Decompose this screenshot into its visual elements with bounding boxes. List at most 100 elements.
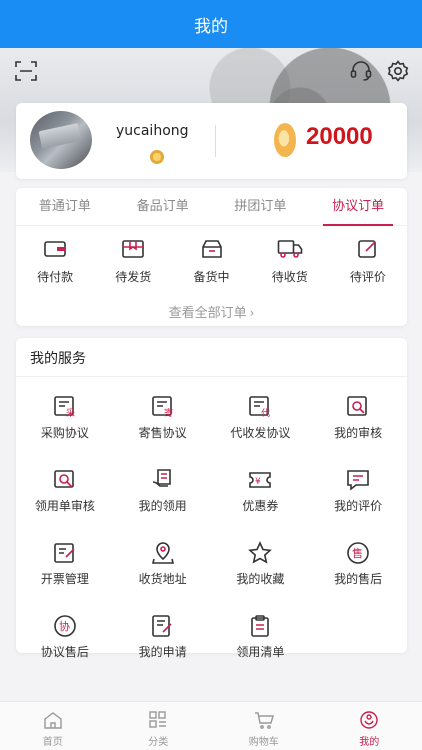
chevron-right-icon: › [249, 306, 255, 320]
status-label: 备货中 [193, 270, 230, 284]
status-label: 待评价 [349, 270, 386, 284]
service-label: 协议售后 [40, 645, 89, 659]
agency-agreement-icon: 代 [247, 394, 273, 420]
status-label: 待发货 [115, 270, 152, 284]
application-icon [150, 613, 176, 639]
view-all-orders-label: 查看全部订单 [168, 306, 247, 321]
service-label: 我的申请 [138, 645, 187, 659]
coin-balance[interactable]: 20000 [306, 123, 373, 151]
status-pending-shipment[interactable]: 待发货 [94, 238, 172, 285]
svg-text:代: 代 [261, 408, 270, 419]
tab-normal-orders[interactable]: 普通订单 [16, 188, 114, 225]
order-tabs: 普通订单 备品订单 拼团订单 协议订单 [16, 188, 407, 226]
category-icon [147, 710, 169, 730]
service-label: 领用单审核 [34, 499, 95, 513]
tabbar-item-category[interactable]: 分类 [106, 702, 212, 750]
page-title: 我的 [194, 16, 228, 37]
home-icon [42, 710, 64, 730]
status-label: 待收货 [271, 270, 308, 284]
service-requisition-list[interactable]: 领用清单 [212, 613, 310, 660]
view-all-orders-link[interactable]: 查看全部订单 › [16, 302, 407, 321]
tab-group-orders[interactable]: 拼团订单 [212, 188, 310, 225]
service-label: 收货地址 [138, 572, 187, 586]
status-preparing[interactable]: 备货中 [172, 238, 250, 285]
service-coupon[interactable]: ¥ 优惠券 [212, 467, 310, 514]
cart-icon [253, 710, 275, 730]
service-agreement-after-sales[interactable]: 协 协议售后 [16, 613, 114, 660]
coupon-icon: ¥ [247, 467, 273, 493]
divider [215, 125, 216, 157]
top-bar: 我的 [0, 0, 422, 48]
service-my-review[interactable]: 我的审核 [309, 394, 407, 441]
service-agency-agreement[interactable]: 代 代收发协议 [212, 394, 310, 441]
customer-service-icon[interactable] [348, 58, 374, 84]
bottom-tab-bar: 首页 分类 购物车 我的 [0, 701, 422, 750]
star-icon [247, 540, 273, 566]
invoice-icon [52, 540, 78, 566]
tabbar-item-home[interactable]: 首页 [0, 702, 106, 750]
tab-spare-orders[interactable]: 备品订单 [114, 188, 212, 225]
services-card: 我的服务 采 采购协议 寄 寄售协议 代 代收发协议 我的审核 领用单审核 我的… [16, 338, 407, 659]
service-requisition-review[interactable]: 领用单审核 [16, 467, 114, 514]
svg-text:寄: 寄 [164, 407, 173, 419]
settings-icon[interactable] [385, 58, 411, 84]
service-after-sales[interactable]: 售 我的售后 [309, 540, 407, 587]
svg-text:协: 协 [59, 619, 70, 633]
status-pending-payment[interactable]: 待付款 [16, 238, 94, 285]
service-label: 领用清单 [236, 645, 285, 659]
purchase-agreement-icon: 采 [52, 394, 78, 420]
service-my-comments[interactable]: 我的评价 [309, 467, 407, 514]
profile-icon [358, 710, 380, 730]
service-label: 我的收藏 [236, 572, 285, 586]
wallet-icon [42, 238, 68, 260]
tab-agreement-orders[interactable]: 协议订单 [309, 188, 407, 226]
clipboard-icon [247, 613, 273, 639]
service-label: 开票管理 [40, 572, 89, 586]
status-pending-receipt[interactable]: 待收货 [251, 238, 329, 285]
divider [16, 376, 407, 377]
username: yucaihong [116, 123, 189, 139]
service-label: 我的售后 [334, 572, 383, 586]
service-favorites[interactable]: 我的收藏 [212, 540, 310, 587]
member-badge-icon [150, 150, 164, 164]
coin-icon [274, 123, 296, 157]
agreement-after-sales-icon: 协 [52, 613, 78, 639]
scan-icon[interactable] [13, 58, 39, 84]
status-pending-review[interactable]: 待评价 [329, 238, 407, 285]
service-purchase-agreement[interactable]: 采 采购协议 [16, 394, 114, 441]
service-label: 优惠券 [242, 499, 279, 513]
services-grid: 采 采购协议 寄 寄售协议 代 代收发协议 我的审核 领用单审核 我的领用 ¥ … [16, 394, 407, 660]
review-icon [345, 394, 371, 420]
orders-card: 普通订单 备品订单 拼团订单 协议订单 待付款 待发货 备货中 待收货 待评价 … [16, 188, 407, 326]
svg-text:售: 售 [352, 546, 363, 560]
service-label: 我的评价 [334, 499, 383, 513]
after-sales-icon: 售 [345, 540, 371, 566]
service-invoice[interactable]: 开票管理 [16, 540, 114, 587]
my-requisition-icon [150, 467, 176, 493]
tabbar-label: 我的 [359, 737, 380, 748]
tabbar-label: 首页 [42, 737, 63, 748]
service-label: 我的领用 [138, 499, 187, 513]
comment-icon [345, 467, 371, 493]
requisition-review-icon [52, 467, 78, 493]
tabbar-label: 购物车 [248, 737, 279, 748]
tabbar-item-cart[interactable]: 购物车 [211, 702, 317, 750]
box-icon [199, 238, 225, 260]
service-label: 代收发协议 [230, 426, 291, 440]
consignment-agreement-icon: 寄 [150, 394, 176, 420]
service-my-requisition[interactable]: 我的领用 [114, 467, 212, 514]
order-status-row: 待付款 待发货 备货中 待收货 待评价 [16, 238, 407, 285]
svg-text:采: 采 [66, 408, 75, 419]
service-label: 采购协议 [40, 426, 89, 440]
profile-card[interactable]: yucaihong 20000 [16, 103, 407, 179]
address-icon [150, 540, 176, 566]
avatar[interactable] [30, 111, 92, 169]
tabbar-item-profile[interactable]: 我的 [317, 702, 422, 750]
service-consignment-agreement[interactable]: 寄 寄售协议 [114, 394, 212, 441]
status-label: 待付款 [37, 270, 74, 284]
service-address[interactable]: 收货地址 [114, 540, 212, 587]
package-icon [120, 238, 146, 260]
service-my-application[interactable]: 我的申请 [114, 613, 212, 660]
services-title: 我的服务 [30, 351, 86, 367]
truck-icon [277, 238, 303, 260]
